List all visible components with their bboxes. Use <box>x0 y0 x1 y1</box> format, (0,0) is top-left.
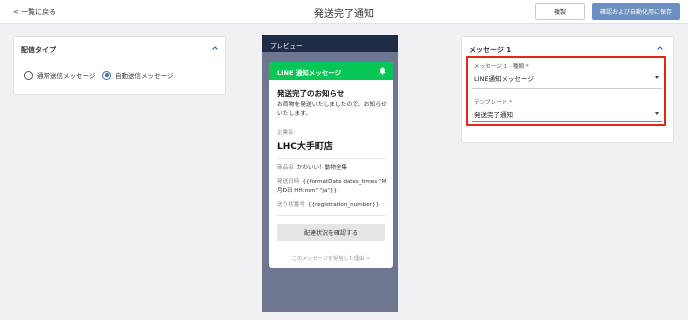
top-bar: < 一覧に戻る 発送完了通知 複製 確認および自動化用に保存 <box>0 0 688 24</box>
radio-auto-message[interactable]: 自動送信メッセージ <box>102 70 173 80</box>
divider <box>277 158 385 159</box>
detail-row-ship-date: 発送日時 {{formatDate dates_times "M月D日 HH:mm… <box>277 178 387 196</box>
template-value[interactable]: 発送完了通知 <box>474 109 513 119</box>
message-section-title: メッセージ 1 <box>469 46 512 54</box>
radio-button[interactable] <box>24 70 33 80</box>
detail-value: {{registration_number}} <box>307 202 380 208</box>
chevron-down-icon[interactable] <box>655 112 659 115</box>
chevron-up-icon[interactable] <box>211 44 219 52</box>
radio-label: 通常送信メッセージ <box>37 72 96 80</box>
divider <box>277 215 385 216</box>
detail-key: 商品名 <box>277 165 294 171</box>
chevron-down-icon[interactable] <box>655 76 659 79</box>
field-underline <box>472 88 662 89</box>
template-label: テンプレート * <box>474 100 512 106</box>
company-name: LHC大手町店 <box>277 142 333 152</box>
chevron-up-icon[interactable] <box>656 44 664 52</box>
line-message-preview: LINE 通知メッセージ 発送完了のお知らせ お荷物を発送いたしましたので、お知… <box>269 62 393 268</box>
detail-row-tracking: 送り状番号 {{registration_number}} <box>277 201 387 210</box>
message-type-label: メッセージ 1 - 種類 * <box>474 64 529 70</box>
preview-header: プレビュー <box>262 35 398 52</box>
message-type-value[interactable]: LINE通知メッセージ <box>474 73 534 83</box>
bell-icon <box>379 67 386 75</box>
duplicate-button[interactable]: 複製 <box>535 3 585 20</box>
field-underline <box>472 121 662 122</box>
delivery-type-title: 配信タイプ <box>21 46 56 54</box>
back-to-list-link[interactable]: < 一覧に戻る <box>13 7 56 17</box>
line-notification-bar: LINE 通知メッセージ <box>269 62 393 80</box>
message-heading: 発送完了のお知らせ <box>277 89 345 98</box>
preview-label: プレビュー <box>270 42 303 50</box>
why-received-link[interactable]: このメッセージを受信した理由 > <box>269 255 393 262</box>
detail-value: かわいい！動物全集 <box>296 165 348 171</box>
detail-row-product: 商品名 かわいい！動物全集 <box>277 164 387 173</box>
radio-button-selected[interactable] <box>102 70 111 80</box>
check-delivery-status-button[interactable]: 配達状況を確認する <box>277 224 385 241</box>
message-body: お荷物を発送いたしましたので、お知らせいたします。 <box>277 102 387 117</box>
detail-key: 発送日時 <box>277 179 300 185</box>
company-label: 企業名 <box>277 130 294 136</box>
radio-label: 自動送信メッセージ <box>115 72 174 80</box>
save-for-automation-button[interactable]: 確認および自動化用に保存 <box>592 3 680 20</box>
line-notification-title: LINE 通知メッセージ <box>277 69 342 77</box>
detail-key: 送り状番号 <box>277 202 305 208</box>
radio-normal-message[interactable]: 通常送信メッセージ <box>24 70 95 80</box>
